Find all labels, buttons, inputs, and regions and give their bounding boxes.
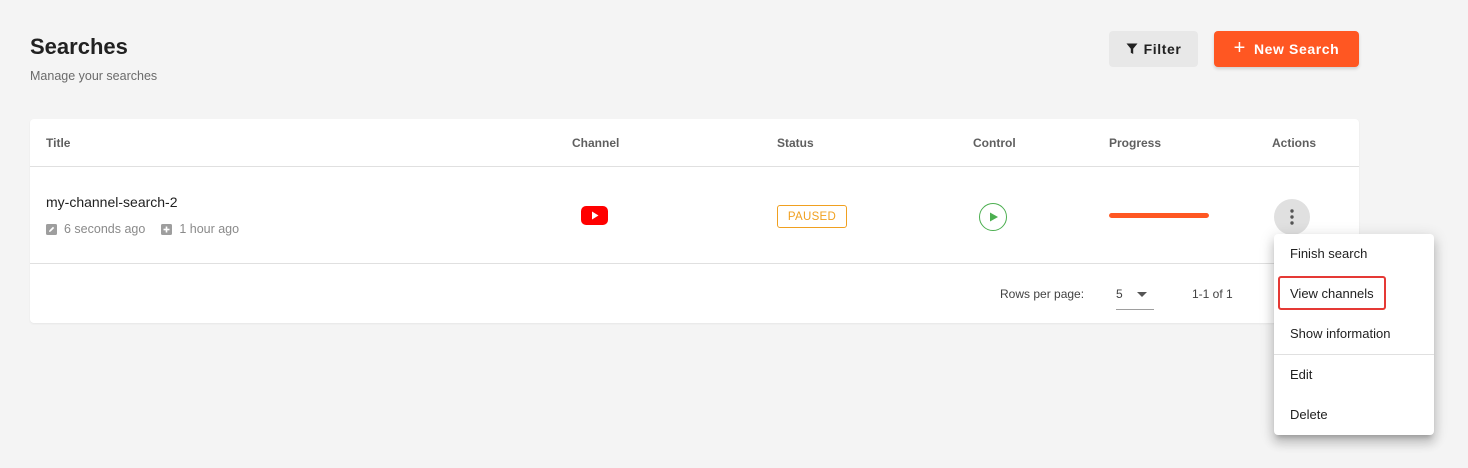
more-actions-button[interactable] [1274, 199, 1310, 235]
new-search-button[interactable]: + New Search [1214, 31, 1359, 67]
menu-item-label: Finish search [1290, 245, 1368, 261]
menu-item-label: Edit [1290, 366, 1313, 382]
created-meta: 1 hour ago [161, 222, 239, 236]
page: Searches Manage your searches Filter + N… [0, 0, 1468, 468]
searches-table: Title Channel Status Control Progress Ac… [30, 119, 1359, 323]
edit-icon [46, 223, 57, 235]
rows-per-page-label: Rows per page: [1000, 287, 1085, 301]
menu-divider [1274, 354, 1434, 355]
column-header-title[interactable]: Title [46, 136, 70, 150]
play-icon [990, 212, 998, 222]
page-title: Searches [30, 34, 128, 59]
column-header-actions: Actions [1272, 136, 1317, 150]
search-meta: 6 seconds ago 1 hour ago [46, 222, 255, 236]
page-subtitle: Manage your searches [30, 69, 158, 83]
column-header-control: Control [973, 136, 1016, 150]
status-badge: PAUSED [777, 205, 847, 228]
chevron-down-icon [1137, 292, 1147, 297]
filter-button[interactable]: Filter [1109, 31, 1198, 67]
updated-time: 6 seconds ago [64, 222, 146, 236]
menu-item-finish-search[interactable]: Finish search [1274, 235, 1434, 271]
highlight-box [1278, 276, 1386, 310]
add-box-icon [161, 223, 173, 235]
progress-bar-fill [1109, 213, 1209, 218]
menu-item-edit[interactable]: Edit [1274, 356, 1434, 392]
pagination-range: 1-1 of 1 [1192, 287, 1233, 301]
menu-item-view-channels[interactable]: View channels [1274, 275, 1434, 311]
search-title: my-channel-search-2 [46, 194, 178, 210]
more-vert-icon [1290, 209, 1294, 225]
table-row: my-channel-search-2 6 seconds ago 1 hour… [30, 167, 1359, 264]
progress-bar [1109, 213, 1209, 218]
menu-item-show-information[interactable]: Show information [1274, 315, 1434, 351]
filter-icon [1126, 43, 1138, 54]
new-search-button-label: New Search [1253, 41, 1340, 57]
play-button[interactable] [979, 203, 1007, 231]
menu-item-label: Delete [1290, 406, 1328, 422]
plus-icon: + [1233, 37, 1246, 59]
youtube-icon [581, 206, 608, 225]
table-header: Title Channel Status Control Progress Ac… [30, 119, 1359, 167]
actions-menu: Finish search View channels Show informa… [1274, 234, 1434, 435]
column-header-status: Status [777, 136, 814, 150]
created-time: 1 hour ago [179, 222, 240, 236]
updated-meta: 6 seconds ago [46, 222, 145, 236]
filter-button-label: Filter [1143, 41, 1182, 57]
menu-item-delete[interactable]: Delete [1274, 396, 1434, 432]
column-header-channel: Channel [572, 136, 620, 150]
rows-per-page-value: 5 [1116, 287, 1123, 301]
column-header-progress: Progress [1109, 136, 1162, 150]
rows-per-page-select[interactable]: 5 [1116, 280, 1154, 310]
menu-item-label: Show information [1290, 325, 1391, 341]
